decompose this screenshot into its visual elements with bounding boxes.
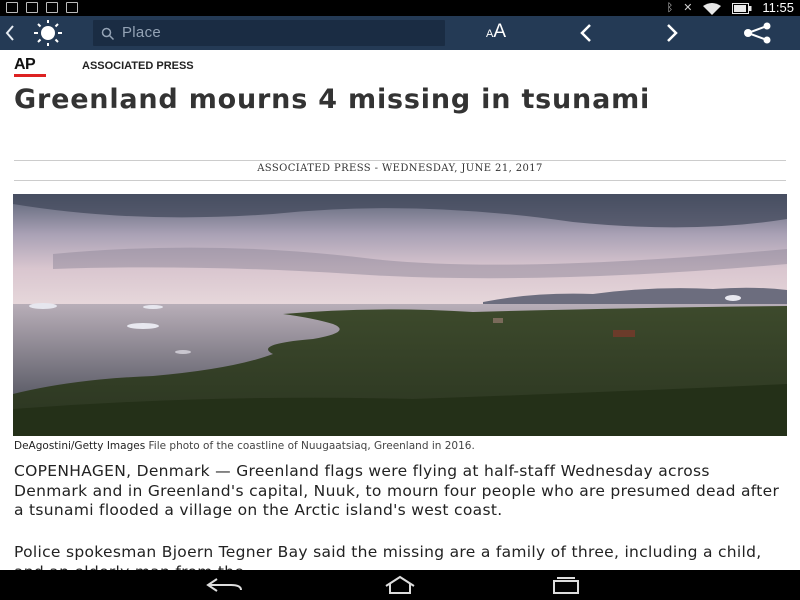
app-toolbar: Place AA xyxy=(0,16,800,50)
article-paragraph: COPENHAGEN, Denmark — Greenland flags we… xyxy=(14,462,780,519)
wifi-icon xyxy=(703,2,722,15)
source-name: ASSOCIATED PRESS xyxy=(82,60,194,72)
back-chevron-icon[interactable] xyxy=(4,23,16,43)
bars-icon xyxy=(46,2,58,13)
nav-back-icon[interactable] xyxy=(205,576,245,594)
byline-divider-bottom xyxy=(14,180,786,181)
bluetooth-icon: ᛒ xyxy=(666,1,674,14)
status-bar: ᛒ ✕ 11:55 xyxy=(0,0,800,16)
ap-logo-underline xyxy=(14,74,46,77)
system-icons: ᛒ ✕ 11:55 xyxy=(667,0,794,16)
battery-icon xyxy=(732,2,752,14)
download-icon xyxy=(6,2,18,13)
photo-caption-text: File photo of the coastline of Nuugaatsi… xyxy=(148,440,475,452)
clock: 11:55 xyxy=(762,0,794,15)
byline-divider-top xyxy=(14,160,786,161)
search-placeholder: Place xyxy=(122,24,162,41)
notification-icons xyxy=(6,2,78,13)
video-icon xyxy=(66,2,78,13)
article-byline: ASSOCIATED PRESS - WEDNESDAY, JUNE 21, 2… xyxy=(257,163,543,174)
android-nav-bar xyxy=(0,570,800,600)
article-headline: Greenland mourns 4 missing in tsunami xyxy=(14,84,651,115)
search-input[interactable]: Place xyxy=(93,20,445,46)
sun-icon[interactable] xyxy=(28,19,68,47)
nav-recent-apps-icon[interactable] xyxy=(551,576,581,594)
search-icon xyxy=(101,27,115,41)
next-arrow-icon[interactable] xyxy=(662,22,682,44)
source-header: AP ASSOCIATED PRESS xyxy=(0,50,800,82)
article-photo[interactable] xyxy=(13,194,787,436)
image-icon xyxy=(26,2,38,13)
nav-home-icon[interactable] xyxy=(380,574,420,596)
prev-arrow-icon[interactable] xyxy=(576,22,596,44)
photo-credit: DeAgostini/Getty Images xyxy=(14,440,146,452)
text-size-button[interactable]: AA xyxy=(486,21,506,43)
share-icon[interactable] xyxy=(742,22,774,44)
mute-icon: ✕ xyxy=(683,1,693,14)
ap-logo: AP xyxy=(14,56,36,73)
photo-caption: DeAgostini/Getty Images File photo of th… xyxy=(14,440,788,452)
text-size-large: A xyxy=(493,21,507,42)
